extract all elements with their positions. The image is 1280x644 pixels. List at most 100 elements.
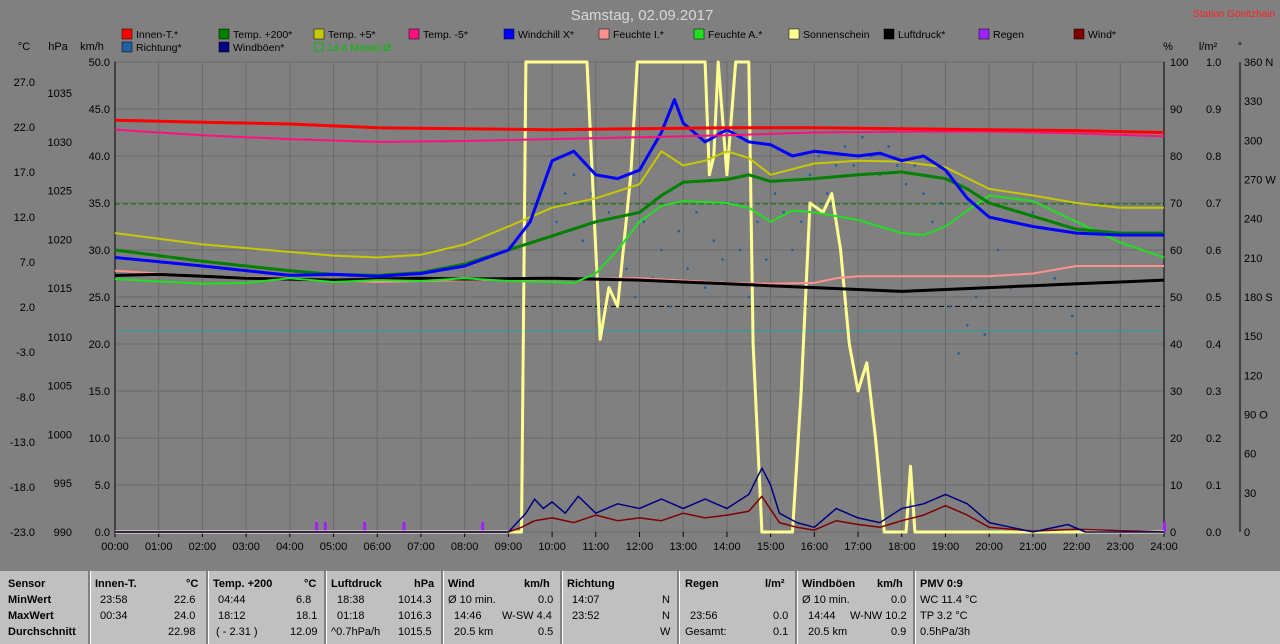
legend-label: Sonnenschein	[803, 29, 870, 41]
celsius-tick-label: -8.0	[16, 392, 35, 404]
legend-label: Temp. -5*	[423, 29, 468, 41]
innen-unit: °C	[186, 578, 199, 590]
hpa-tick-label: 990	[54, 527, 72, 539]
wind-max-time: 14:46	[454, 610, 482, 622]
richtung-head: Richtung	[567, 578, 615, 590]
legend-label: Feuchte A.*	[708, 29, 762, 41]
richtung-dot	[808, 173, 812, 177]
celsius-tick-label: 2.0	[20, 302, 35, 314]
rain-tick-label: 0.8	[1206, 151, 1221, 163]
regen-unit: l/m²	[765, 578, 785, 590]
legend-swatch	[883, 28, 895, 40]
richtung-dot	[887, 145, 890, 148]
hpa-tick-label: 1010	[48, 332, 72, 344]
legend-label: Feuchte I.*	[613, 29, 664, 41]
kmh-tick-label: 40.0	[89, 151, 110, 163]
richtung-dot	[677, 229, 681, 233]
hpa-tick-label: 1015	[48, 283, 72, 295]
richtung-dot	[633, 295, 637, 299]
richtung-dot	[625, 267, 628, 271]
celsius-tick-label: 17.0	[14, 167, 35, 179]
richtung-dot	[764, 258, 768, 261]
x-tick-label: 12:00	[626, 541, 654, 553]
x-tick-label: 21:00	[1019, 541, 1047, 553]
sensor-row-min: MinWert	[8, 594, 52, 606]
richtung-dot	[799, 220, 803, 224]
rain-tick-label: 0.6	[1206, 245, 1221, 257]
kmh-tick-label: 10.0	[89, 433, 110, 445]
legend-swatch	[503, 28, 515, 40]
percent-tick-label: 90	[1170, 104, 1182, 116]
legend-label: Regen	[993, 29, 1024, 41]
legend-swatch	[788, 28, 800, 40]
sensor-head: Sensor	[8, 578, 46, 590]
hpa-tick-label: 1000	[48, 429, 72, 441]
temp-unit: °C	[304, 578, 317, 590]
hpa-tick-label: 995	[54, 478, 72, 490]
degree-tick-label: 150	[1244, 331, 1262, 343]
regen-total-label: Gesamt:	[685, 626, 727, 638]
station-name: Station Gönitzhain	[1193, 9, 1275, 20]
legend-swatch	[313, 28, 325, 40]
kmh-tick-label: 5.0	[95, 480, 110, 492]
innen-avg-value: 22.98	[168, 626, 196, 638]
kmh-tick-label: 15.0	[89, 386, 110, 398]
innen-max-value: 24.0	[174, 610, 196, 622]
boeen-distance: 20.5 km	[808, 626, 848, 638]
x-tick-label: 10:00	[538, 541, 566, 553]
x-tick-label: 09:00	[495, 541, 523, 553]
richtung-dot	[581, 239, 584, 242]
richtung-max-time: 23:52	[572, 610, 600, 622]
legend-swatch	[978, 28, 990, 40]
legend-swatch	[408, 28, 420, 40]
x-tick-label: 14:00	[713, 541, 741, 553]
chart-title: Samstag, 02.09.2017	[571, 7, 714, 24]
regen-max-time: 23:56	[690, 610, 718, 622]
table-divider	[795, 571, 798, 644]
x-tick-label: 01:00	[145, 541, 173, 553]
celsius-tick-label: -23.0	[10, 527, 35, 539]
boeen-unit: km/h	[877, 578, 903, 590]
richtung-dot	[712, 239, 716, 242]
x-tick-label: 06:00	[363, 541, 391, 553]
legend-label: Wind*	[1088, 29, 1116, 41]
druck-max-value: 1016.3	[398, 610, 432, 622]
percent-tick-label: 60	[1170, 245, 1182, 257]
degree-tick-label: 180 S	[1244, 292, 1273, 304]
degree-tick-label: 240	[1244, 214, 1262, 226]
richtung-dot	[668, 305, 672, 308]
richtung-dot	[826, 192, 829, 195]
degree-tick-label: 30	[1244, 488, 1256, 500]
kmh-tick-label: 35.0	[89, 198, 110, 210]
richtung-dot	[686, 267, 689, 271]
legend-label: Windböen*	[233, 42, 284, 54]
druck-trend: ^0.7hPa/h	[331, 626, 381, 638]
legend-swatch	[1073, 28, 1085, 40]
x-tick-label: 18:00	[888, 541, 916, 553]
kmh-tick-label: 45.0	[89, 104, 110, 116]
legend-label: Temp. +5*	[328, 29, 376, 41]
wind-head: Wind	[448, 578, 475, 590]
boeen-max-value: W-NW 10.2	[850, 610, 907, 622]
richtung-dot	[703, 286, 707, 289]
richtung-dot	[756, 220, 759, 224]
degree-tick-label: 0	[1244, 527, 1250, 539]
rain-tick-label: 0.0	[1206, 527, 1221, 539]
wind-avg-value: 0.0	[538, 594, 554, 606]
table-divider	[206, 571, 209, 644]
rain-tick-label: 0.4	[1206, 339, 1221, 351]
kmh-tick-label: 0.0	[95, 527, 110, 539]
richtung-dot	[948, 305, 952, 308]
rain-tick-label: 1.0	[1206, 57, 1221, 69]
richtung-dot	[782, 211, 786, 214]
temp-max-time: 18:12	[218, 610, 246, 622]
x-tick-label: 13:00	[669, 541, 697, 553]
richtung-dot	[1031, 211, 1035, 214]
rain-tick-label: 0.3	[1206, 386, 1221, 398]
hpa-tick-label: 1005	[48, 381, 72, 393]
kmh-tick-label: 30.0	[89, 245, 110, 257]
table-divider	[441, 571, 444, 644]
degree-tick-label: 360 N	[1244, 57, 1273, 69]
degree-tick-label: 120	[1244, 370, 1262, 382]
richtung-max-value: N	[662, 610, 670, 622]
